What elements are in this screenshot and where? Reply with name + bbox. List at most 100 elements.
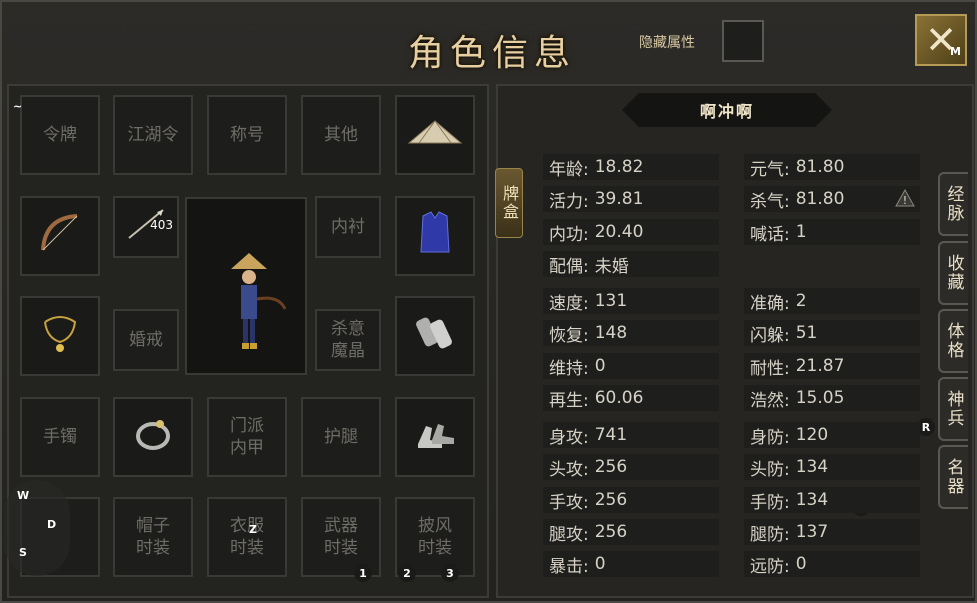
side-tab[interactable]: 名器 [938, 445, 968, 509]
equip-slot-label: 帽子 时装 [136, 516, 170, 558]
equip-slot[interactable]: 门派 内甲 [207, 397, 287, 477]
stat-value: 137 [795, 522, 829, 542]
stat-row: 杀气: 81.80 [744, 186, 920, 212]
equip-slot-label: 婚戒 [129, 330, 163, 350]
equip-slot[interactable]: 婚戒 [113, 309, 179, 371]
stat-value: 18.82 [594, 157, 644, 177]
stat-row: 腿攻: 256 [543, 519, 719, 545]
stat-row: 喊话: 1 [744, 219, 920, 245]
stat-label: 身防: [750, 427, 790, 448]
hidden-attr-slot[interactable] [722, 20, 764, 62]
stat-label: 闪躲: [750, 325, 790, 346]
equip-slot[interactable] [395, 397, 475, 477]
stat-row: 配偶: 未婚 [543, 251, 719, 277]
stat-row: 速度: 131 [543, 288, 719, 314]
stat-row: 耐性: 21.87 [744, 353, 920, 379]
side-tab[interactable]: 神兵 [938, 377, 968, 441]
equip-slot[interactable]: 内衬 [315, 196, 381, 258]
equip-slot[interactable] [395, 196, 475, 276]
equip-slot[interactable]: 江湖令 [113, 95, 193, 175]
side-tab[interactable]: 经脉 [938, 172, 968, 236]
svg-text:!: ! [903, 194, 907, 207]
equip-slot[interactable]: 衣服 时装 [207, 497, 287, 577]
stat-value: 2 [795, 291, 807, 311]
stat-value: 256 [594, 522, 628, 542]
equip-slot[interactable]: 称号 [207, 95, 287, 175]
ring-icon [130, 411, 176, 463]
side-tab[interactable]: 收藏 [938, 241, 968, 305]
equip-slot-label: 护腿 [324, 427, 358, 447]
equip-slot-label: 其他 [324, 125, 358, 145]
stat-label: 活力: [549, 191, 589, 212]
equip-slot[interactable] [113, 397, 193, 477]
equip-slot[interactable] [395, 296, 475, 376]
equip-slot[interactable]: 武器 时装 [301, 497, 381, 577]
stat-value: 39.81 [594, 189, 644, 209]
hotkey-2: 2 [398, 564, 416, 582]
stat-label: 腿攻: [549, 524, 589, 545]
hat-icon [407, 117, 463, 153]
stat-label: 头攻: [549, 459, 589, 480]
stat-value: 21.87 [795, 356, 845, 376]
stat-value: 148 [594, 323, 628, 343]
stat-row: 元气: 81.80 [744, 154, 920, 180]
stat-label: 远防: [750, 556, 790, 577]
equip-slot-label: 令牌 [43, 125, 77, 145]
stat-value: 741 [594, 425, 628, 445]
stat-row: 身防: 120 [744, 422, 920, 448]
equip-slot-label: 江湖令 [127, 125, 179, 145]
card-box-button[interactable]: 牌盒 [495, 168, 523, 238]
equip-slot[interactable]: 403 [113, 196, 179, 258]
close-button[interactable]: ✕ M [915, 14, 967, 66]
necklace-icon [35, 308, 85, 364]
stat-row: 头防: 134 [744, 454, 920, 480]
warning-icon[interactable]: ! [895, 188, 915, 208]
equip-slot[interactable] [395, 95, 475, 175]
stat-row: 恢复: 148 [543, 320, 719, 346]
stat-row: 手防: 134 [744, 487, 920, 513]
bow-icon [35, 208, 85, 264]
hotkey-w: W [17, 489, 30, 502]
stat-value: 81.80 [795, 157, 845, 177]
hotkey-1: 1 [354, 564, 372, 582]
equip-slot[interactable]: 杀意 魔晶 [315, 309, 381, 371]
stat-row: 手攻: 256 [543, 487, 719, 513]
stat-label: 暴击: [549, 556, 589, 577]
stat-label: 恢复: [549, 325, 589, 346]
hidden-attr-label: 隐藏属性 [639, 35, 695, 51]
stat-label: 手防: [750, 492, 790, 513]
stat-label: 喊话: [750, 224, 790, 245]
stat-label: 身攻: [549, 427, 589, 448]
stat-row: 维持: 0 [543, 353, 719, 379]
stat-value: 131 [594, 291, 628, 311]
bracer-icon [412, 310, 458, 362]
equip-slot[interactable] [20, 296, 100, 376]
stat-row: 准确: 2 [744, 288, 920, 314]
stat-label: 年龄: [549, 159, 589, 180]
window-title: 角色信息 [407, 33, 576, 74]
stat-row: 再生: 60.06 [543, 385, 719, 411]
equip-slot[interactable]: 令牌 [20, 95, 100, 175]
hotkey-3: 3 [441, 564, 459, 582]
equip-slot[interactable] [20, 196, 100, 276]
equip-slot-label: 衣服 时装 [230, 516, 264, 558]
equip-slot[interactable]: 帽子 时装 [113, 497, 193, 577]
equip-slot[interactable]: 护腿 [301, 397, 381, 477]
stat-label: 杀气: [750, 191, 790, 212]
stat-value: 0 [594, 356, 606, 376]
stat-value: 51 [795, 323, 818, 343]
equip-slot[interactable]: 其他 [301, 95, 381, 175]
stat-label: 元气: [750, 159, 790, 180]
stat-value: 134 [795, 457, 829, 477]
side-tab[interactable]: 体格 [938, 309, 968, 373]
stat-value: 0 [795, 554, 807, 574]
stat-value: 1 [795, 222, 807, 242]
stat-label: 准确: [750, 293, 790, 314]
equip-slot[interactable]: 手镯 [20, 397, 100, 477]
vest-icon [417, 210, 453, 262]
character-preview [185, 197, 307, 375]
stat-value: 81.80 [795, 189, 845, 209]
boots-icon [412, 414, 458, 460]
minimap-overlay [4, 480, 70, 576]
equip-slot-label: 门派 内甲 [230, 416, 264, 458]
